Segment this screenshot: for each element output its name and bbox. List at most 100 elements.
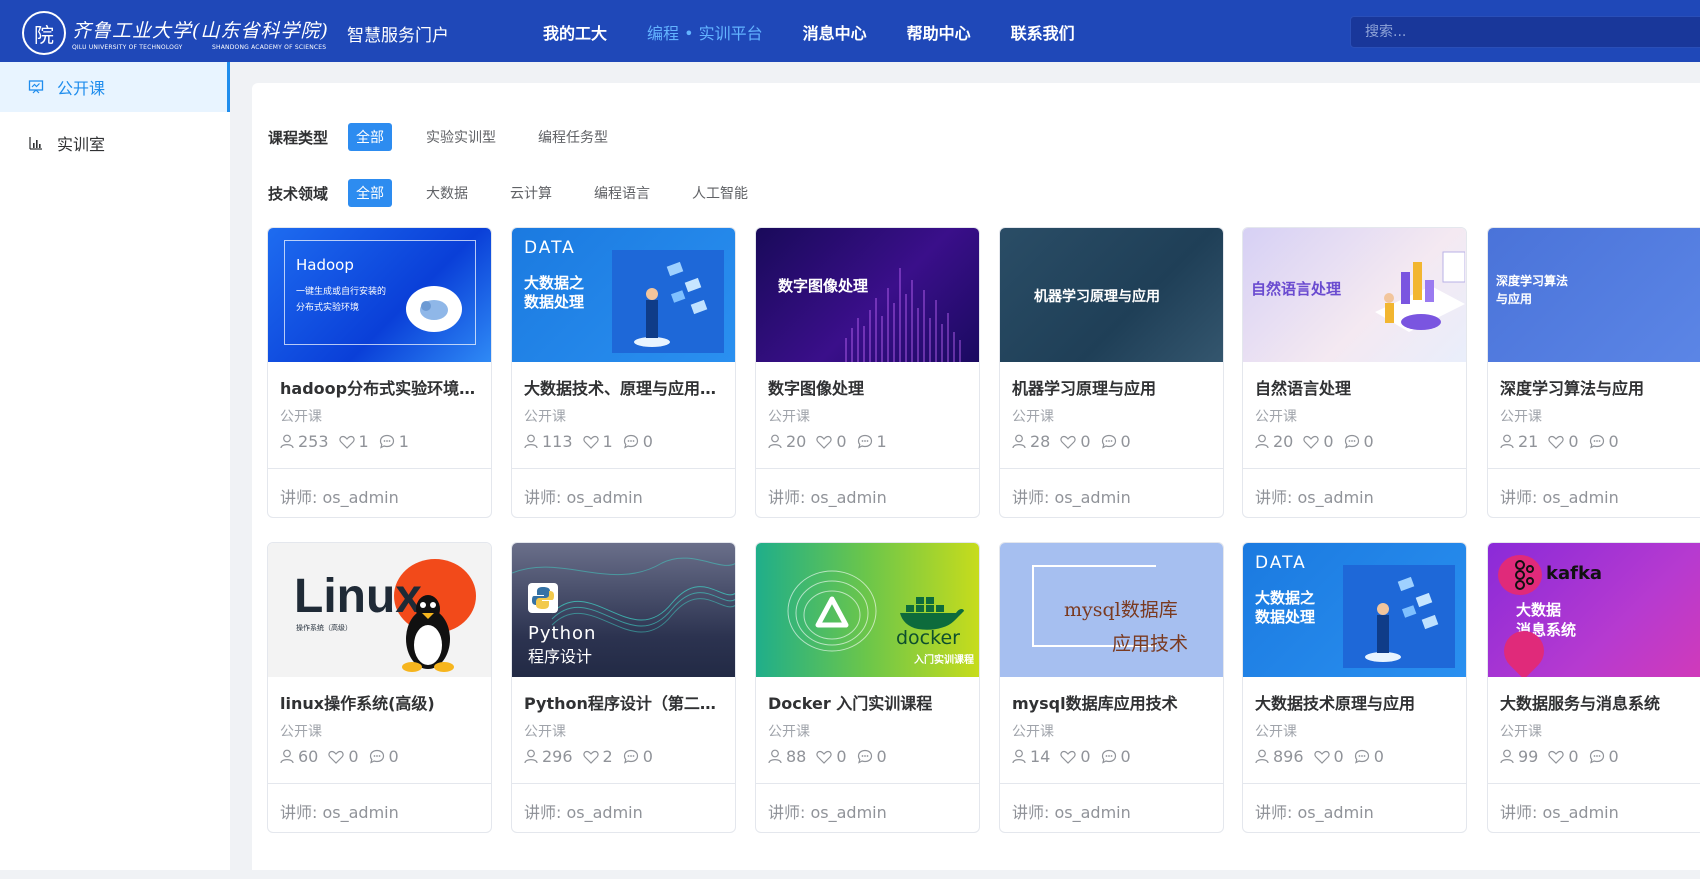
likes-stat[interactable]: 0 [1548, 747, 1579, 766]
comments-stat[interactable]: 1 [379, 432, 409, 451]
horizontal-scrollbar[interactable] [0, 870, 1700, 879]
user-icon [280, 749, 294, 764]
university-seal-icon: 院 [22, 11, 66, 55]
sidebar-item-lab[interactable]: 实训室 [0, 118, 230, 168]
likes-stat[interactable]: 0 [1060, 432, 1091, 451]
students-stat: 14 [1012, 747, 1050, 766]
course-teacher: 讲师: os_admin [1012, 488, 1131, 507]
course-type: 公开课 [524, 409, 566, 425]
course-cover-image: DATA 大数据之 数据处理 [512, 228, 735, 362]
user-icon [1255, 749, 1269, 764]
course-card[interactable]: 深度学习算法 与应用 深度学习算法与应用 公开课 21 0 0 讲师: os_a… [1487, 227, 1700, 518]
comments-stat[interactable]: 0 [1354, 747, 1384, 766]
filter-option-programming-language[interactable]: 编程语言 [586, 179, 658, 207]
filter-option-all[interactable]: 全部 [348, 123, 392, 151]
filter-option-programming-task[interactable]: 编程任务型 [530, 123, 616, 151]
course-card[interactable]: Python 程序设计 Python程序设计（第二版） 公开课 296 2 0 … [511, 542, 736, 833]
card-footer: 讲师: os_admin [1243, 468, 1466, 517]
nav-contact-us[interactable]: 联系我们 [1011, 20, 1075, 44]
card-footer: 讲师: os_admin [1488, 783, 1700, 832]
course-title: linux操作系统(高级) [280, 694, 435, 713]
card-footer: 讲师: os_admin [1000, 783, 1223, 832]
course-card[interactable]: mysql数据库 应用技术 mysql数据库应用技术 公开课 14 0 0 讲师… [999, 542, 1224, 833]
card-footer: 讲师: os_admin [1488, 468, 1700, 517]
likes-stat[interactable]: 2 [582, 747, 613, 766]
logo-english-left: QILU UNIVERSITY OF TECHNOLOGY [72, 43, 183, 51]
filter-option-big-data[interactable]: 大数据 [418, 179, 476, 207]
filter-course-type: 课程类型 全部 实验实训型 编程任务型 [268, 123, 642, 151]
likes-stat[interactable]: 0 [1303, 432, 1334, 451]
course-cover-image: DATA 大数据之 数据处理 [1243, 543, 1466, 677]
heart-icon [338, 435, 355, 449]
course-title: 大数据服务与消息系统 [1500, 694, 1661, 713]
likes-stat[interactable]: 1 [338, 432, 369, 451]
search-input[interactable]: 搜索... [1350, 16, 1700, 48]
course-card[interactable]: Hadoop 一键生成或自行安装的 分布式实验环境 hadoop分布式实验环境搭… [267, 227, 492, 518]
course-card[interactable]: docker 入门实训课程 Docker 入门实训课程 公开课 88 0 0 讲… [755, 542, 980, 833]
likes-stat[interactable]: 0 [1313, 747, 1344, 766]
cover-title: docker [896, 627, 960, 649]
course-teacher: 讲师: os_admin [524, 803, 643, 822]
course-teacher: 讲师: os_admin [280, 488, 399, 507]
likes-stat[interactable]: 0 [816, 747, 847, 766]
course-card[interactable]: 自然语言处理 自然语言处理 公开课 20 0 0 讲师: os_admin [1242, 227, 1467, 518]
comment-icon [857, 749, 872, 764]
likes-stat[interactable]: 0 [1548, 432, 1579, 451]
sidebar-item-open-course[interactable]: 公开课 [0, 62, 230, 112]
comments-stat[interactable]: 0 [369, 747, 399, 766]
comments-stat[interactable]: 0 [1589, 432, 1619, 451]
course-card[interactable]: 数字图像处理 数字图像处理 公开课 20 0 1 讲师: os_admin [755, 227, 980, 518]
course-type: 公开课 [280, 724, 322, 740]
cover-title: mysql数据库 [1064, 599, 1178, 621]
python-logo-icon [528, 583, 558, 613]
comments-stat[interactable]: 0 [623, 432, 653, 451]
nav-help-center[interactable]: 帮助中心 [907, 20, 971, 44]
comment-icon [1344, 434, 1359, 449]
likes-stat[interactable]: 1 [582, 432, 613, 451]
comments-stat[interactable]: 1 [857, 432, 887, 451]
card-footer: 讲师: os_admin [1000, 468, 1223, 517]
comments-stat[interactable]: 0 [1101, 432, 1131, 451]
course-type: 公开课 [768, 409, 810, 425]
filter-option-ai[interactable]: 人工智能 [684, 179, 756, 207]
filter-tech-field: 技术领域 全部 大数据 云计算 编程语言 人工智能 [268, 179, 782, 207]
course-title: mysql数据库应用技术 [1012, 694, 1178, 713]
filter-option-all[interactable]: 全部 [348, 179, 392, 207]
comments-stat[interactable]: 0 [1589, 747, 1619, 766]
course-card[interactable]: DATA 大数据之 数据处理 大数据技术原理与应用 公开课 896 0 0 讲师… [1242, 542, 1467, 833]
likes-stat[interactable]: 0 [816, 432, 847, 451]
course-cover-image: Python 程序设计 [512, 543, 735, 677]
course-card[interactable]: 机器学习原理与应用 机器学习原理与应用 公开课 28 0 0 讲师: os_ad… [999, 227, 1224, 518]
likes-stat[interactable]: 0 [1060, 747, 1091, 766]
nav-programming-training[interactable]: 编程 • 实训平台 [647, 20, 763, 44]
university-logo[interactable]: 院 齐鲁工业大学(山东省科学院) QILU UNIVERSITY OF TECH… [22, 11, 329, 55]
user-icon [1255, 434, 1269, 449]
filter-option-cloud[interactable]: 云计算 [502, 179, 560, 207]
course-card[interactable]: Linux 操作系统（高级） linux操作系统(高级) 公开课 60 0 0 … [267, 542, 492, 833]
course-card[interactable]: kafka 大数据 消息系统 大数据服务与消息系统 公开课 99 0 0 讲师:… [1487, 542, 1700, 833]
course-title: 深度学习算法与应用 [1500, 379, 1645, 398]
course-card[interactable]: DATA 大数据之 数据处理 大数据技术、原理与应用（第二版） 公开课 113 … [511, 227, 736, 518]
course-cover-image: 数字图像处理 [756, 228, 979, 362]
portal-name: 智慧服务门户 [347, 26, 449, 46]
course-teacher: 讲师: os_admin [1012, 803, 1131, 822]
comments-stat[interactable]: 0 [1344, 432, 1374, 451]
course-type: 公开课 [1255, 409, 1297, 425]
course-cover-image: Hadoop 一键生成或自行安装的 分布式实验环境 [268, 228, 491, 362]
filter-label: 课程类型 [268, 128, 329, 147]
filter-option-experiment[interactable]: 实验实训型 [418, 123, 504, 151]
nav-my-university[interactable]: 我的工大 [543, 20, 607, 44]
logo-chinese-name: 齐鲁工业大学(山东省科学院) [72, 19, 329, 42]
comments-stat[interactable]: 0 [857, 747, 887, 766]
course-stats: 88 0 0 [768, 747, 897, 766]
comments-stat[interactable]: 0 [1101, 747, 1131, 766]
data-illustration-icon [1343, 565, 1455, 668]
nav-message-center[interactable]: 消息中心 [803, 20, 867, 44]
cover-subtitle: 大数据 [1516, 601, 1562, 619]
course-type: 公开课 [768, 724, 810, 740]
contour-logo-icon [787, 570, 877, 652]
comments-stat[interactable]: 0 [623, 747, 653, 766]
likes-stat[interactable]: 0 [328, 747, 359, 766]
course-type: 公开课 [1012, 409, 1054, 425]
comment-icon [1101, 749, 1116, 764]
